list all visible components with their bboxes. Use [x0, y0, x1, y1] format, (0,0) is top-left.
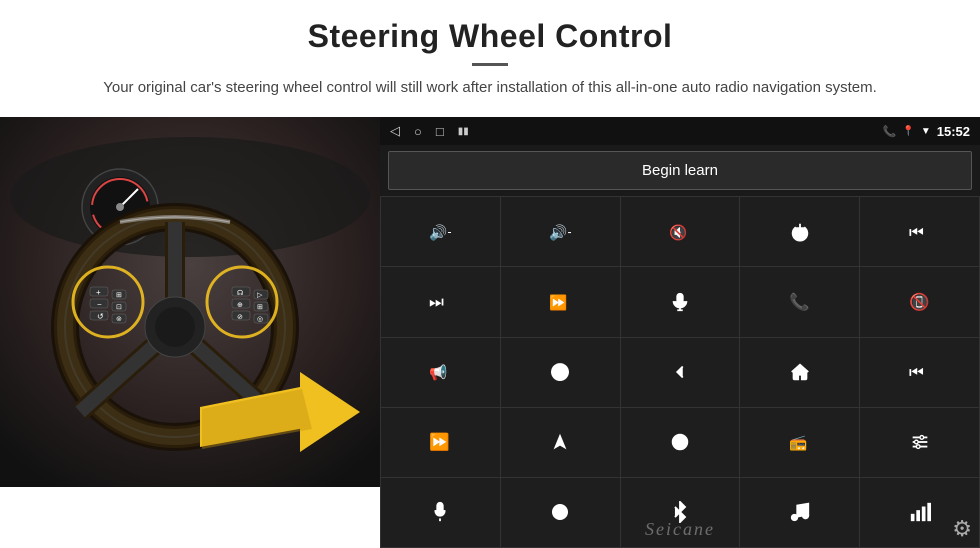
svg-text:⊞: ⊞ — [116, 292, 122, 299]
wifi-icon: ▼ — [921, 126, 931, 137]
svg-text:⊞: ⊞ — [257, 304, 263, 311]
phone-status-icon: 📞 — [883, 125, 897, 138]
svg-text:🔇: 🔇 — [669, 223, 687, 241]
bluetooth-button[interactable] — [621, 478, 740, 547]
svg-text:▷: ▷ — [257, 292, 263, 299]
svg-text:−: − — [97, 300, 102, 309]
begin-learn-row: Begin learn — [380, 145, 980, 196]
nav-home-icon[interactable]: ○ — [414, 124, 422, 139]
begin-learn-button[interactable]: Begin learn — [388, 151, 972, 190]
svg-text:↺: ↺ — [97, 312, 104, 321]
prev-track-button[interactable]: ⏮ — [860, 197, 979, 266]
mic2-button[interactable] — [381, 478, 500, 547]
nav-recents-icon[interactable]: □ — [436, 124, 444, 139]
svg-text:🔊−: 🔊− — [549, 223, 571, 241]
source-button[interactable] — [621, 408, 740, 477]
nav-button[interactable] — [501, 408, 620, 477]
horn-button[interactable]: 📢 — [381, 338, 500, 407]
svg-text:360°: 360° — [556, 372, 566, 377]
status-left: ◁ ○ □ ▮▮ — [390, 123, 469, 139]
radio-button[interactable]: 📻 — [740, 408, 859, 477]
svg-text:🔊+: 🔊+ — [429, 223, 451, 241]
home-button[interactable] — [740, 338, 859, 407]
title-divider — [472, 63, 508, 66]
svg-text:⊘: ⊘ — [237, 314, 243, 321]
svg-text:☊: ☊ — [237, 289, 243, 297]
status-bar: ◁ ○ □ ▮▮ 📞 📍 ▼ 15:52 — [380, 117, 980, 145]
page-title: Steering Wheel Control — [60, 18, 920, 55]
svg-text:⏮: ⏮ — [909, 364, 924, 382]
svg-text:📢: 📢 — [429, 364, 447, 382]
knob-button[interactable] — [501, 478, 620, 547]
phone-button[interactable]: 📞 — [740, 267, 859, 336]
fast-fwd-button[interactable]: ⏩ — [381, 408, 500, 477]
svg-text:📞: 📞 — [789, 291, 810, 311]
vol-down-button[interactable]: 🔊− — [501, 197, 620, 266]
svg-text:⏮: ⏮ — [909, 223, 924, 241]
360-button[interactable]: 360° — [501, 338, 620, 407]
location-icon: 📍 — [902, 126, 914, 137]
skip-fwd-button[interactable]: ⏩ — [501, 267, 620, 336]
controls-grid: 🔊+ 🔊− 🔇 ⏮ — [380, 196, 980, 548]
mute-button[interactable]: 🔇 — [621, 197, 740, 266]
svg-text:⏩: ⏩ — [429, 433, 450, 452]
power-button[interactable] — [740, 197, 859, 266]
signal-bars: ▮▮ — [458, 126, 469, 137]
next-button[interactable]: ⏭ — [381, 267, 500, 336]
svg-text:📵: 📵 — [909, 292, 930, 311]
svg-text:+: + — [96, 288, 101, 297]
status-right: 📞 📍 ▼ 15:52 — [883, 124, 970, 139]
svg-text:◎: ◎ — [257, 316, 263, 323]
vol-up-button[interactable]: 🔊+ — [381, 197, 500, 266]
subtitle: Your original car's steering wheel contr… — [60, 76, 920, 99]
gear-icon[interactable]: ⚙ — [952, 516, 972, 542]
svg-text:⊕: ⊕ — [237, 302, 243, 309]
header-section: Steering Wheel Control Your original car… — [0, 0, 980, 107]
car-image-area: + − ↺ ⊞ ⊡ ⊚ ☊ ⊕ ⊘ — [0, 117, 380, 487]
svg-text:⊡: ⊡ — [116, 304, 122, 311]
back-button[interactable] — [621, 338, 740, 407]
skip-prev-button[interactable]: ⏮ — [860, 338, 979, 407]
svg-text:📻: 📻 — [789, 436, 807, 452]
mic-button[interactable] — [621, 267, 740, 336]
svg-text:⏭: ⏭ — [429, 293, 444, 311]
nav-back-icon[interactable]: ◁ — [390, 123, 400, 139]
music-button[interactable] — [740, 478, 859, 547]
clock: 15:52 — [937, 124, 970, 139]
svg-text:⏩: ⏩ — [549, 293, 567, 311]
android-panel: ◁ ○ □ ▮▮ 📞 📍 ▼ 15:52 Begin learn — [380, 117, 980, 548]
svg-text:⊚: ⊚ — [116, 316, 122, 323]
eq-button[interactable] — [860, 408, 979, 477]
hang-up-button[interactable]: 📵 — [860, 267, 979, 336]
content-row: + − ↺ ⊞ ⊡ ⊚ ☊ ⊕ ⊘ — [0, 117, 980, 548]
page-container: Steering Wheel Control Your original car… — [0, 0, 980, 548]
